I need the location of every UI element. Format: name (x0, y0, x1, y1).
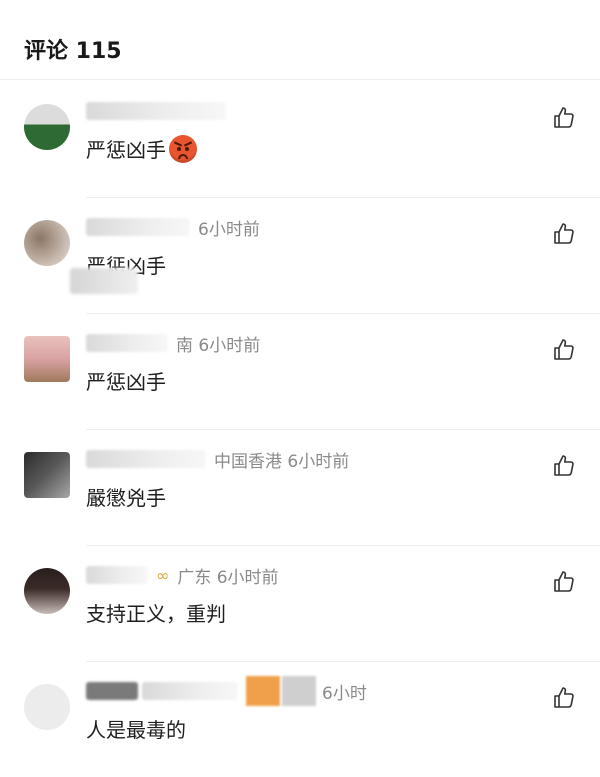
username[interactable] (86, 102, 226, 120)
thumbs-up-icon[interactable] (552, 686, 576, 710)
comment-time: 6小时前 (198, 219, 260, 240)
comment-time: 南 6小时前 (176, 335, 261, 356)
comment-meta: 南 6小时前 (86, 332, 261, 356)
thumbs-up-icon[interactable] (552, 222, 576, 246)
avatar[interactable] (24, 336, 70, 382)
avatar[interactable] (24, 104, 70, 150)
username[interactable] (86, 566, 148, 584)
comment-meta: 中国香港 6小时前 (86, 448, 350, 472)
comment-item: 严惩凶手 (0, 82, 600, 198)
comment-text: 嚴懲兇手 (86, 486, 166, 510)
avatar[interactable] (24, 684, 70, 730)
comment-time: 6小时 (322, 683, 367, 704)
comment-text: 人是最毒的 (86, 718, 186, 742)
comments-title: 评论 115 (24, 39, 122, 64)
comment-content: 人是最毒的 (86, 714, 186, 743)
comment-content: 严惩凶手 (86, 366, 166, 395)
comment-meta: ∞ 广东 6小时前 (86, 564, 279, 588)
comment-text: 严惩凶手 (86, 370, 166, 394)
comment-text: 支持正义，重判 (86, 602, 226, 626)
username[interactable] (86, 218, 190, 236)
blurred-image (282, 676, 316, 706)
username[interactable] (86, 334, 168, 352)
angry-face-icon (169, 134, 197, 163)
comment-meta: 6小时前 (86, 216, 260, 240)
thumbs-up-icon[interactable] (552, 454, 576, 478)
badge-icon: ∞ (156, 565, 170, 585)
comment-item: 中国香港 6小时前 嚴懲兇手 (0, 430, 600, 546)
blurred-image (246, 676, 280, 706)
username[interactable] (86, 682, 138, 700)
username[interactable] (86, 450, 206, 468)
avatar[interactable] (24, 452, 70, 498)
username-blur (142, 682, 238, 700)
comment-text: 严惩凶手 (86, 138, 166, 162)
comment-time: 广东 6小时前 (177, 567, 279, 588)
comment-item: 6小时前 严惩凶手 (0, 198, 600, 314)
thumbs-up-icon[interactable] (552, 338, 576, 362)
avatar[interactable] (24, 220, 70, 266)
thumbs-up-icon[interactable] (552, 570, 576, 594)
avatar[interactable] (24, 568, 70, 614)
comment-item: 6小时 人是最毒的 (0, 662, 600, 777)
comment-meta: 6小时 (86, 676, 367, 706)
comments-header: 评论 115 (0, 0, 600, 80)
comment-content: 支持正义，重判 (86, 598, 226, 627)
blurred-region (70, 268, 138, 294)
comment-meta (86, 100, 234, 122)
thumbs-up-icon[interactable] (552, 106, 576, 130)
comment-item: 南 6小时前 严惩凶手 (0, 314, 600, 430)
comment-time: 中国香港 6小时前 (214, 451, 350, 472)
comment-content: 嚴懲兇手 (86, 482, 166, 511)
comment-content: 严惩凶手 (86, 134, 197, 163)
comment-item: ∞ 广东 6小时前 支持正义，重判 (0, 546, 600, 662)
